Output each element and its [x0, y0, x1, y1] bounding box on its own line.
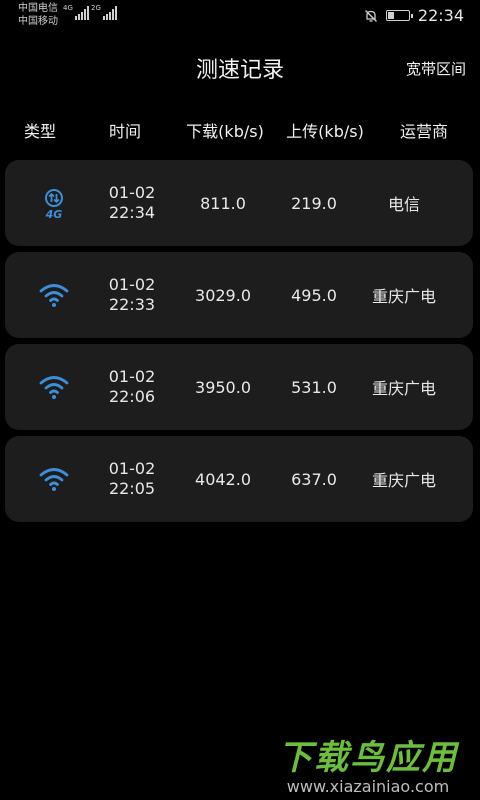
record-date: 01-02: [108, 367, 156, 386]
svg-text:4G: 4G: [45, 208, 63, 220]
carrier-cell: 电信: [387, 195, 421, 214]
battery-icon: [385, 10, 413, 21]
record-time: 22:33: [108, 295, 156, 314]
wifi-icon: [39, 468, 69, 491]
signal-2-tag: 2G: [91, 4, 101, 12]
record-date: 01-02: [108, 183, 156, 202]
status-time: 22:34: [417, 6, 464, 25]
status-bar: 中国电信 中国移动 4G 2G 22:34: [0, 0, 480, 34]
upload-cell: 637.0: [291, 469, 337, 489]
signal-1-icon: 4G: [63, 4, 89, 20]
upload-cell: 495.0: [291, 285, 337, 305]
carrier-cell: 重庆广电: [371, 471, 437, 490]
time-cell: 01-02 22:06: [109, 344, 156, 430]
column-header-type: 类型: [23, 122, 57, 141]
carrier-1-label: 中国电信: [18, 3, 58, 14]
table-row[interactable]: 01-02 22:06 3950.0 531.0 重庆广电: [5, 344, 473, 430]
wifi-icon: [39, 284, 69, 307]
carrier-cell: 重庆广电: [371, 287, 437, 306]
column-header-carrier: 运营商: [399, 122, 449, 141]
download-cell: 4042.0: [195, 469, 251, 489]
record-date: 01-02: [108, 275, 156, 294]
column-header-download: 下载(kb/s): [186, 122, 264, 141]
carrier-2-label: 中国移动: [18, 16, 58, 27]
watermark-url: www.xiazainiao.com: [286, 777, 450, 796]
upload-cell: 219.0: [291, 193, 337, 213]
time-cell: 01-02 22:05: [109, 436, 156, 522]
time-cell: 01-02 22:33: [109, 252, 156, 338]
download-cell: 811.0: [200, 193, 246, 213]
type-cell: [37, 436, 71, 522]
record-time: 22:06: [108, 387, 156, 406]
record-time: 22:05: [108, 479, 156, 498]
type-cell: [37, 252, 71, 338]
table-header: 类型 时间 下载(kb/s) 上传(kb/s) 运营商: [0, 118, 480, 142]
column-header-upload: 上传(kb/s): [286, 122, 364, 141]
upload-cell: 531.0: [291, 377, 337, 397]
watermark-brand: 下载鸟应用: [278, 738, 458, 778]
signal-2-icon: 2G: [91, 4, 117, 20]
4g-icon: 4G: [45, 189, 63, 220]
record-date: 01-02: [108, 459, 156, 478]
mute-bell-icon: [364, 9, 377, 22]
download-cell: 3029.0: [195, 285, 251, 305]
carrier-cell: 重庆广电: [371, 379, 437, 398]
table-row[interactable]: 01-02 22:05 4042.0 637.0 重庆广电: [5, 436, 473, 522]
download-cell: 3950.0: [195, 377, 251, 397]
watermark: 下载鸟应用 www.xiazainiao.com: [278, 730, 458, 796]
broadband-range-button[interactable]: 宽带区间: [406, 58, 466, 79]
status-right: 22:34: [364, 6, 464, 25]
signal-1-tag: 4G: [63, 4, 73, 12]
time-cell: 01-02 22:34: [109, 160, 156, 246]
type-cell: [37, 344, 71, 430]
wifi-icon: [39, 376, 69, 399]
table-row[interactable]: 4G 01-02 22:34 811.0 219.0 电信: [5, 160, 473, 246]
table-row[interactable]: 01-02 22:33 3029.0 495.0 重庆广电: [5, 252, 473, 338]
column-header-time: 时间: [108, 122, 142, 141]
record-time: 22:34: [108, 203, 156, 222]
type-cell: 4G: [37, 160, 71, 246]
